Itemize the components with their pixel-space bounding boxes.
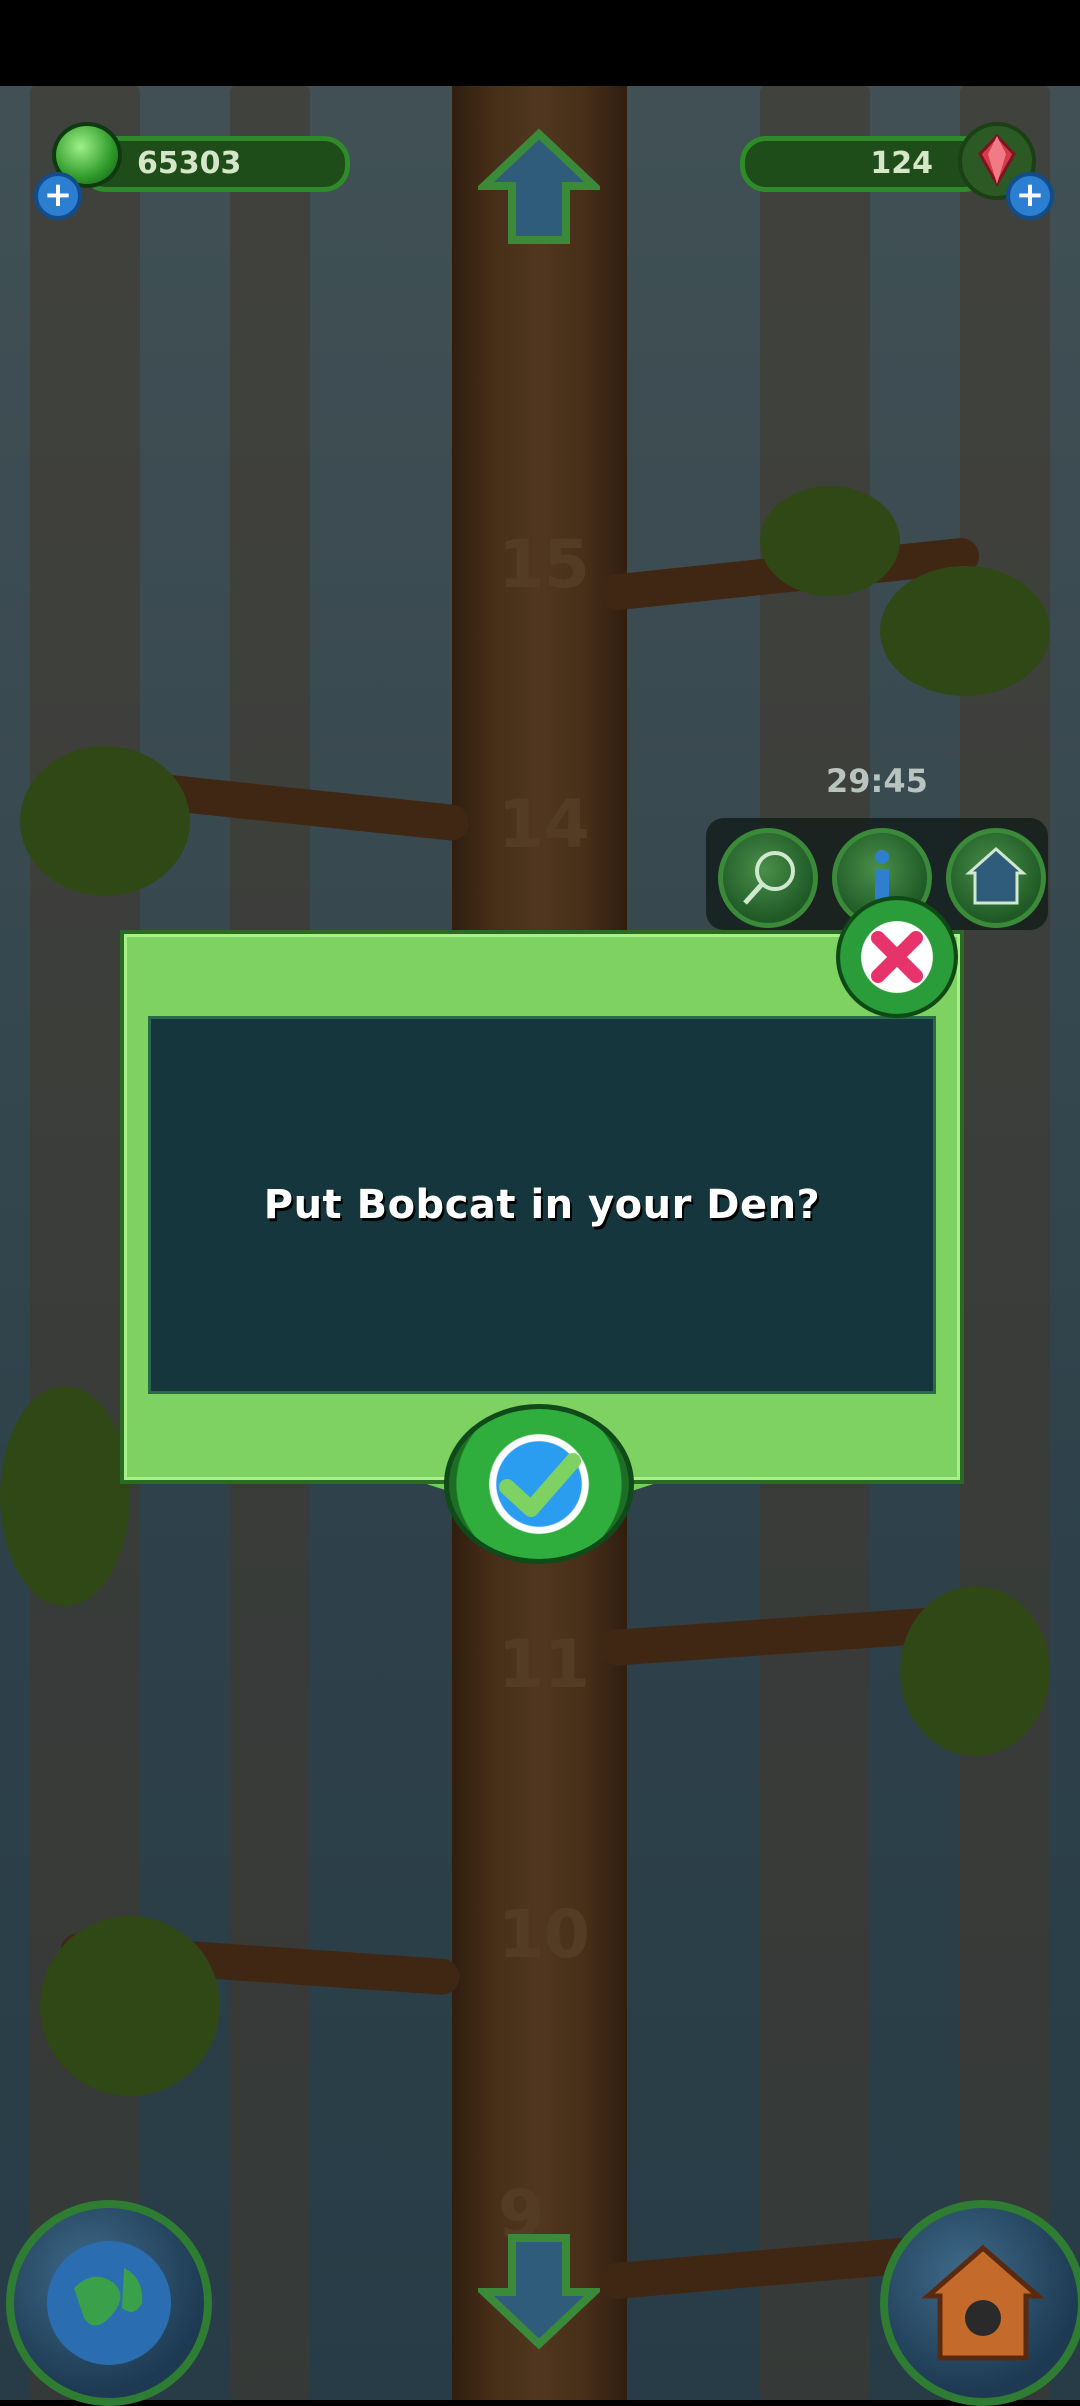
globe-button[interactable]	[6, 2200, 212, 2406]
arrow-up-icon	[473, 128, 605, 244]
dialog-message: Put Bobcat in your Den?	[263, 1182, 821, 1228]
plus-icon[interactable]: +	[34, 172, 82, 220]
status-bar	[0, 0, 1080, 86]
dialog-body: Put Bobcat in your Den?	[148, 1016, 936, 1394]
arrow-down-icon[interactable]	[473, 2230, 605, 2350]
rubies-value: 124	[870, 146, 933, 181]
arrow-down-icon	[473, 2234, 605, 2350]
confirm-button[interactable]	[444, 1404, 634, 1564]
gems-value: 65303	[137, 146, 242, 181]
house-icon	[921, 2244, 1045, 2361]
house-button[interactable]	[880, 2200, 1080, 2406]
close-button[interactable]	[836, 896, 958, 1018]
plus-icon[interactable]: +	[1006, 172, 1054, 220]
rubies-counter: 124	[740, 136, 990, 192]
timer: 29:45	[826, 762, 928, 800]
arrow-up-icon[interactable]	[473, 128, 605, 248]
net-icon	[743, 851, 795, 905]
close-icon	[871, 931, 923, 983]
check-icon	[499, 1453, 581, 1517]
net-icon[interactable]	[718, 828, 818, 928]
den-icon	[965, 846, 1027, 905]
den-icon[interactable]	[946, 828, 1046, 928]
globe-icon	[47, 2241, 171, 2365]
confirm-dialog: Put Bobcat in your Den?	[120, 930, 964, 1484]
